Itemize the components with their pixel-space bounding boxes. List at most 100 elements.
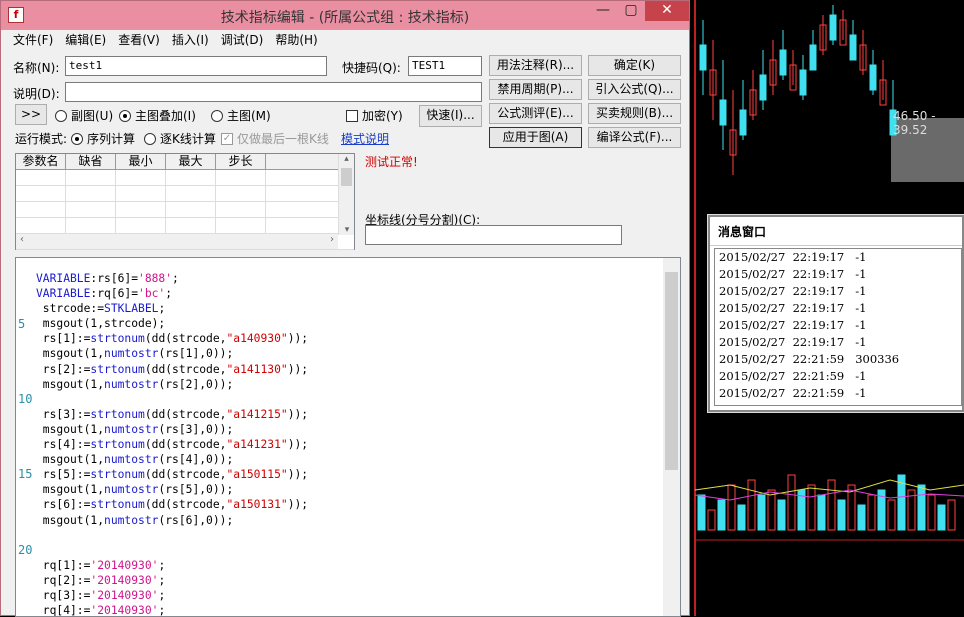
- ok-button[interactable]: 确定(K): [588, 55, 681, 76]
- coord-line-field[interactable]: [365, 225, 622, 245]
- parameter-cell[interactable]: [16, 202, 66, 217]
- code-line[interactable]: VARIABLE:rs[6]='888';: [36, 271, 308, 286]
- parameter-cell[interactable]: [116, 218, 166, 233]
- message-window-title[interactable]: 消息窗口: [710, 217, 962, 246]
- parameter-row[interactable]: [16, 218, 354, 234]
- col-step[interactable]: 步长: [216, 154, 266, 169]
- parameter-cell[interactable]: [116, 170, 166, 185]
- parameter-cell[interactable]: [166, 186, 216, 201]
- parameter-row[interactable]: [16, 202, 354, 218]
- code-line[interactable]: strcode:=STKLABEL;: [36, 301, 308, 316]
- minimize-button[interactable]: —: [589, 1, 617, 21]
- message-window[interactable]: 消息窗口 2015/02/27 22:19:17 -1 2015/02/27 22…: [708, 215, 964, 412]
- code-token: '20140930': [90, 604, 159, 617]
- code-text[interactable]: VARIABLE:rs[6]='888'; VARIABLE:rq[6]='bc'…: [36, 271, 308, 617]
- description-field[interactable]: [65, 82, 482, 102]
- code-editor[interactable]: 5 10 15 20 VARIABLE:rs[6]='888'; VARIABLE…: [15, 257, 681, 617]
- editor-vscroll-thumb[interactable]: [665, 272, 678, 470]
- parameter-cell[interactable]: [66, 202, 116, 217]
- code-line[interactable]: rq[1]:='20140930';: [36, 558, 308, 573]
- code-line[interactable]: msgout(1,numtostr(rs[2],0));: [36, 377, 308, 392]
- parameter-cell[interactable]: [16, 186, 66, 201]
- parameter-cell[interactable]: [216, 218, 266, 233]
- parameter-cell[interactable]: [216, 170, 266, 185]
- code-line[interactable]: msgout(1,numtostr(rs[5],0));: [36, 482, 308, 497]
- parameter-cell[interactable]: [166, 170, 216, 185]
- disable-period-button[interactable]: 禁用周期(P)...: [489, 79, 582, 100]
- parameter-cell[interactable]: [116, 186, 166, 201]
- parameter-row[interactable]: [16, 170, 354, 186]
- scroll-up-icon[interactable]: ▴: [339, 154, 354, 164]
- parameter-cell[interactable]: [66, 170, 116, 185]
- menu-edit[interactable]: 编辑(E): [59, 30, 112, 50]
- menu-view[interactable]: 查看(V): [112, 30, 166, 50]
- code-line[interactable]: [36, 392, 308, 407]
- code-line[interactable]: rs[4]:=strtonum(dd(strcode,"a141231"));: [36, 437, 308, 452]
- code-line[interactable]: [36, 528, 308, 543]
- editor-vscrollbar[interactable]: [663, 258, 680, 616]
- parameter-cell[interactable]: [216, 186, 266, 201]
- code-line[interactable]: rq[3]:='20140930';: [36, 588, 308, 603]
- quick-button[interactable]: 快速(I)...: [419, 105, 482, 127]
- parameter-cell[interactable]: [166, 218, 216, 233]
- code-line[interactable]: msgout(1,numtostr(rs[3],0));: [36, 422, 308, 437]
- formula-test-button[interactable]: 公式测评(E)...: [489, 103, 582, 124]
- code-line[interactable]: rs[1]:=strtonum(dd(strcode,"a140930"));: [36, 331, 308, 346]
- code-line[interactable]: msgout(1,numtostr(rs[6],0));: [36, 513, 308, 528]
- shortcut-field[interactable]: TEST1: [408, 56, 482, 76]
- menu-help[interactable]: 帮助(H): [269, 30, 323, 50]
- code-line[interactable]: rs[6]:=strtonum(dd(strcode,"a150131"));: [36, 497, 308, 512]
- parameter-row[interactable]: [16, 186, 354, 202]
- menu-file[interactable]: 文件(F): [7, 30, 59, 50]
- trade-rules-button[interactable]: 买卖规则(B)...: [588, 103, 681, 124]
- parameter-hscrollbar[interactable]: ‹ ›: [16, 233, 338, 249]
- parameter-vscrollbar[interactable]: ▴ ▾: [338, 154, 354, 235]
- scroll-right-icon[interactable]: ›: [330, 234, 334, 245]
- code-line[interactable]: msgout(1,numtostr(rs[1],0));: [36, 346, 308, 361]
- code-line[interactable]: rq[4]:='20140930';: [36, 603, 308, 617]
- code-line[interactable]: rs[2]:=strtonum(dd(strcode,"a141130"));: [36, 362, 308, 377]
- sequence-calc-radio[interactable]: 序列计算: [71, 130, 135, 147]
- name-field[interactable]: test1: [65, 56, 327, 76]
- maximize-button[interactable]: ▢: [617, 1, 645, 21]
- code-line[interactable]: msgout(1,numtostr(rs[4],0));: [36, 452, 308, 467]
- scroll-down-icon[interactable]: ▾: [339, 225, 355, 235]
- col-default[interactable]: 缺省: [66, 154, 116, 169]
- code-line[interactable]: [36, 543, 308, 558]
- menu-debug[interactable]: 调试(D): [215, 30, 270, 50]
- import-formula-button[interactable]: 引入公式(Q)...: [588, 79, 681, 100]
- expand-button[interactable]: >>: [15, 104, 47, 125]
- parameter-cell[interactable]: [16, 170, 66, 185]
- code-line[interactable]: VARIABLE:rq[6]='bc';: [36, 286, 308, 301]
- code-line[interactable]: rs[5]:=strtonum(dd(strcode,"a150115"));: [36, 467, 308, 482]
- parameter-cell[interactable]: [116, 202, 166, 217]
- main-overlay-radio[interactable]: 主图叠加(I): [119, 107, 196, 124]
- parameter-table[interactable]: 参数名 缺省 最小 最大 步长 ▴ ▾ ‹ ›: [15, 153, 355, 250]
- message-list[interactable]: 2015/02/27 22:19:17 -1 2015/02/27 22:19:1…: [714, 248, 962, 406]
- encrypt-checkbox[interactable]: 加密(Y): [346, 107, 403, 124]
- close-button[interactable]: ✕: [645, 1, 689, 21]
- code-line[interactable]: msgout(1,strcode);: [36, 316, 308, 331]
- main-chart-radio[interactable]: 主图(M): [211, 107, 271, 124]
- col-param-name[interactable]: 参数名: [16, 154, 66, 169]
- col-max[interactable]: 最大: [166, 154, 216, 169]
- title-bar[interactable]: f 技术指标编辑 - (所属公式组 : 技术指标) — ▢ ✕: [1, 1, 689, 30]
- col-min[interactable]: 最小: [116, 154, 166, 169]
- usage-note-button[interactable]: 用法注释(R)...: [489, 55, 582, 76]
- parameter-cell[interactable]: [66, 186, 116, 201]
- compile-formula-button[interactable]: 编译公式(F)...: [588, 127, 681, 148]
- parameter-cell[interactable]: [166, 202, 216, 217]
- only-last-bar-checkbox[interactable]: ✓ 仅做最后一根K线: [221, 130, 329, 147]
- code-line[interactable]: rq[2]:='20140930';: [36, 573, 308, 588]
- per-bar-calc-radio[interactable]: 逐K线计算: [144, 130, 216, 147]
- subchart-radio[interactable]: 副图(U): [55, 107, 113, 124]
- menu-insert[interactable]: 插入(I): [166, 30, 215, 50]
- parameter-vscroll-thumb[interactable]: [341, 168, 352, 186]
- parameter-cell[interactable]: [66, 218, 116, 233]
- scroll-left-icon[interactable]: ‹: [20, 234, 24, 245]
- code-line[interactable]: rs[3]:=strtonum(dd(strcode,"a141215"));: [36, 407, 308, 422]
- parameter-cell[interactable]: [216, 202, 266, 217]
- mode-help-link[interactable]: 模式说明: [341, 130, 389, 147]
- parameter-cell[interactable]: [16, 218, 66, 233]
- apply-to-chart-button[interactable]: 应用于图(A): [489, 127, 582, 148]
